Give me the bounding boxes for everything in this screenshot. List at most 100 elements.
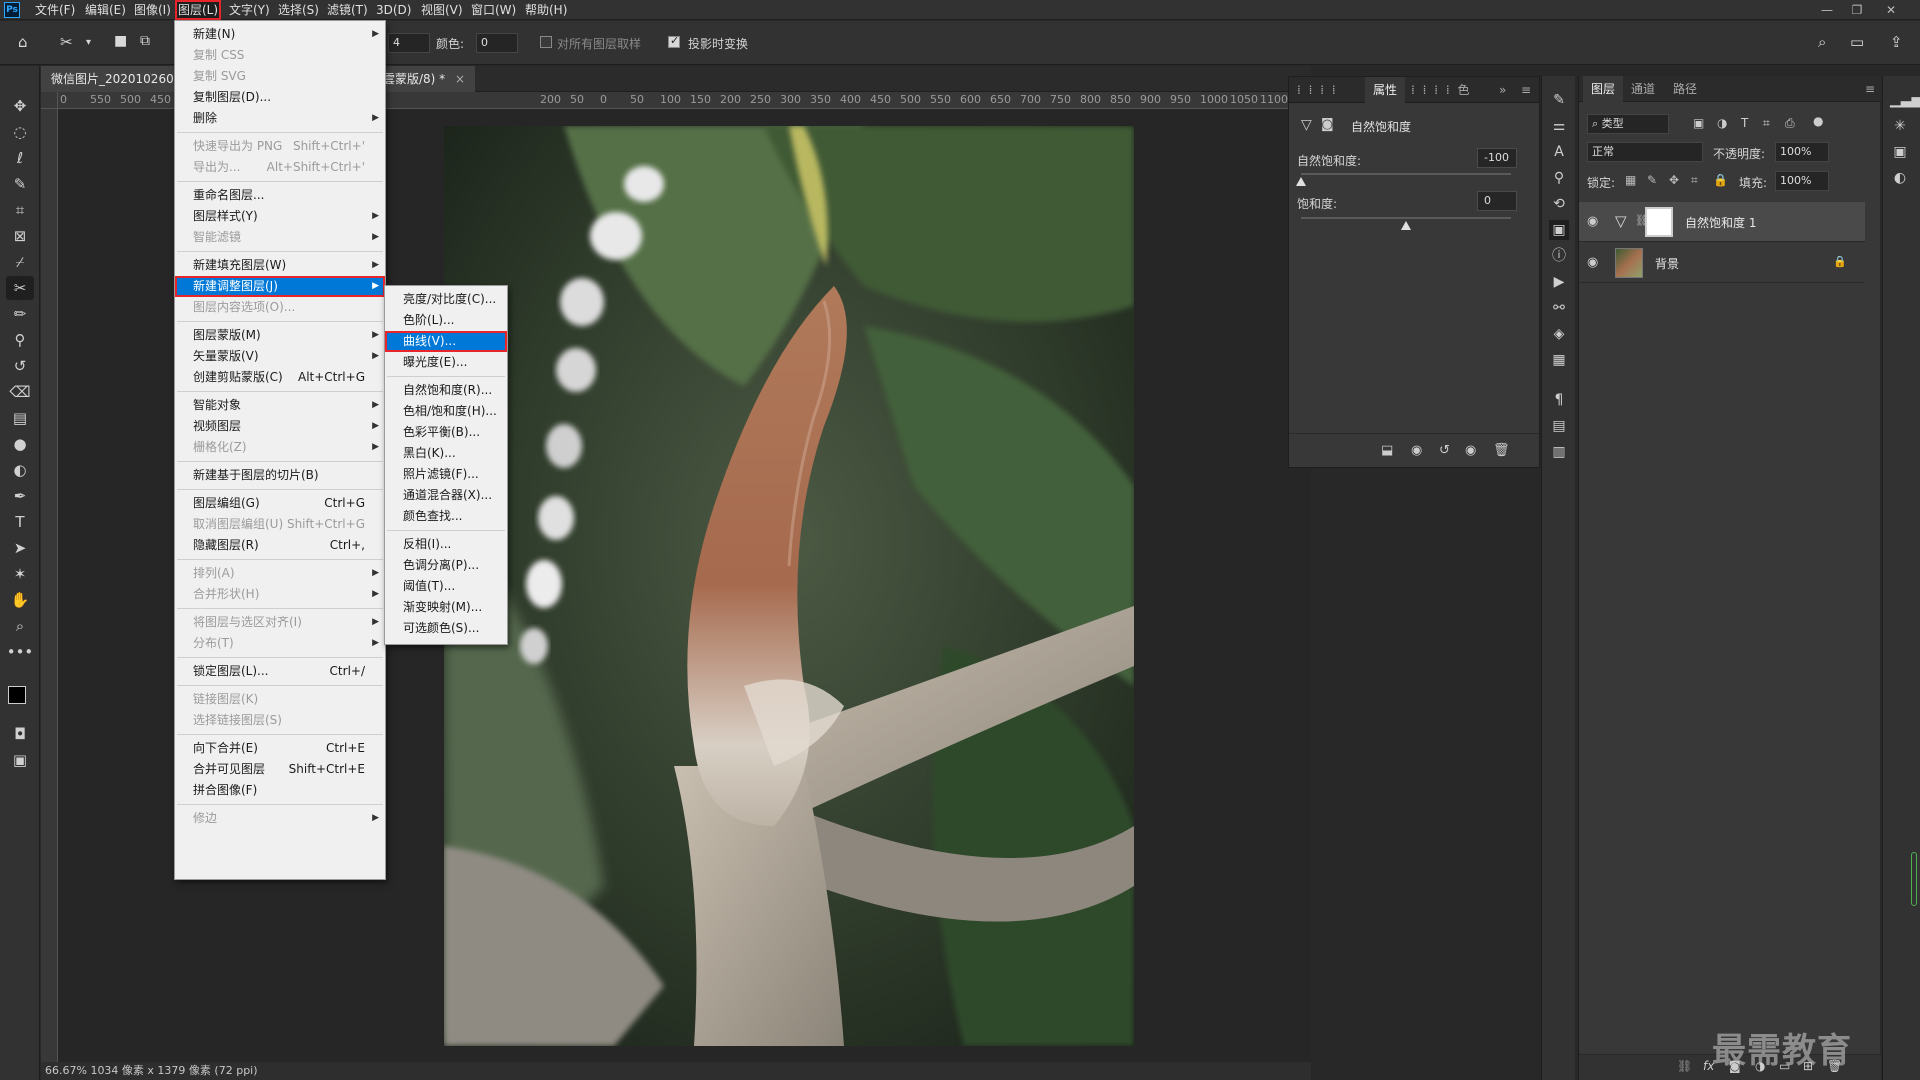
character-icon[interactable]: A: [1549, 142, 1569, 162]
size-field[interactable]: 4: [388, 33, 430, 53]
layer-menu-item[interactable]: 矢量蒙版(V) ▶: [175, 346, 385, 367]
filter-type-icon[interactable]: T: [1741, 116, 1748, 130]
clone-source-icon[interactable]: ⚲: [1549, 168, 1569, 188]
restore-icon[interactable]: ❐: [1844, 0, 1870, 20]
3d-icon[interactable]: ◈: [1549, 324, 1569, 344]
layer-menu-item[interactable]: 图层编组(G) Ctrl+G: [175, 493, 385, 514]
share-icon[interactable]: ⇪: [1890, 33, 1903, 51]
minimize-icon[interactable]: —: [1814, 0, 1840, 20]
layer-menu-item[interactable]: 合并可见图层 Shift+Ctrl+E: [175, 759, 385, 780]
panel-menu-icon[interactable]: ≡: [1865, 76, 1875, 102]
tab-channels[interactable]: 通道: [1631, 76, 1655, 102]
saturation-slider-track[interactable]: [1301, 217, 1511, 219]
blend-mode-select[interactable]: 正常: [1587, 142, 1703, 162]
adjustment-menu-item[interactable]: 黑白(K)...: [385, 443, 507, 464]
fill-field[interactable]: 100%: [1775, 171, 1829, 191]
histogram-icon[interactable]: ▁▃▅: [1890, 90, 1920, 110]
zoom-tool-icon[interactable]: ⌕: [6, 614, 34, 638]
layer-menu-item[interactable]: 新建基于图层的切片(B): [175, 465, 385, 486]
saturation-slider-thumb[interactable]: [1401, 221, 1411, 230]
search-icon[interactable]: ⌕: [1818, 33, 1826, 51]
paragraph-icon[interactable]: ¶: [1549, 390, 1569, 410]
adjustment-menu-item[interactable]: 色调分离(P)...: [385, 555, 507, 576]
stamp-tool-icon[interactable]: ⚲: [6, 328, 34, 352]
styles-icon[interactable]: ▤: [1549, 416, 1569, 436]
menu-window[interactable]: 窗口(W): [468, 0, 519, 20]
layer-menu-item[interactable]: 锁定图层(L)... Ctrl+/: [175, 661, 385, 682]
adjustment-menu-item[interactable]: 色彩平衡(B)...: [385, 422, 507, 443]
info-icon[interactable]: ⓘ: [1549, 246, 1569, 266]
eraser-tool-icon[interactable]: ⌫: [6, 380, 34, 404]
table-icon[interactable]: ▦: [1549, 350, 1569, 370]
adjustment-menu-item[interactable]: 曝光度(E)...: [385, 352, 507, 373]
marquee-tool-icon[interactable]: ◌: [6, 120, 34, 144]
scroll-indicator[interactable]: [1911, 852, 1917, 906]
adjustment-menu-item[interactable]: 照片滤镜(F)...: [385, 464, 507, 485]
adjustment-menu-item[interactable]: 自然饱和度(R)...: [385, 380, 507, 401]
filter-pixel-icon[interactable]: ▣: [1693, 116, 1704, 130]
layer-name[interactable]: 自然饱和度 1: [1685, 214, 1756, 231]
menu-view[interactable]: 视图(V): [418, 0, 466, 20]
layer-menu-item[interactable]: 新建调整图层(J) ▶: [175, 276, 385, 297]
history-icon[interactable]: ⟲: [1549, 194, 1569, 214]
mask-icon[interactable]: ◙: [1321, 117, 1334, 132]
layer-menu-item[interactable]: 删除 ▶: [175, 108, 385, 129]
document-tab-1[interactable]: 微信图片_2020102609: [41, 66, 185, 92]
tab-paths[interactable]: 路径: [1673, 76, 1697, 102]
adjustment-menu-item[interactable]: 渐变映射(M)...: [385, 597, 507, 618]
layer-row[interactable]: ◉ 背景 🔒: [1579, 243, 1865, 283]
filter-shape-icon[interactable]: ⌗: [1763, 116, 1770, 131]
eyedropper-tool-icon[interactable]: ⌿: [6, 250, 34, 274]
view-previous-icon[interactable]: ◉: [1411, 443, 1422, 458]
visibility-icon[interactable]: ◉: [1465, 443, 1476, 458]
actions-play-icon[interactable]: ▶: [1549, 272, 1569, 292]
opacity-field[interactable]: 100%: [1775, 142, 1829, 162]
quick-mask-icon[interactable]: ◘: [6, 722, 34, 746]
layer-row[interactable]: ◉ ▽ ⛓ 自然饱和度 1: [1579, 202, 1865, 242]
menu-help[interactable]: 帮助(H): [522, 0, 570, 20]
layer-menu-item[interactable]: 新建填充图层(W) ▶: [175, 255, 385, 276]
sample-all-checkbox[interactable]: [540, 36, 552, 48]
notes-icon[interactable]: ▥: [1549, 442, 1569, 462]
healing-tool-icon[interactable]: ✂: [6, 276, 34, 300]
tab-properties[interactable]: 属性: [1365, 77, 1406, 103]
adjustment-menu-item[interactable]: 阈值(T)...: [385, 576, 507, 597]
menu-edit[interactable]: 编辑(E): [82, 0, 129, 20]
tab-layers[interactable]: 图层: [1583, 76, 1624, 102]
properties-toggle-icon[interactable]: ▣: [1549, 220, 1569, 240]
adjustment-menu-item[interactable]: 颜色查找...: [385, 506, 507, 527]
layer-thumbnail[interactable]: [1615, 248, 1643, 278]
lock-artboard-icon[interactable]: ⌗: [1691, 173, 1698, 188]
selection-add-icon[interactable]: ⧉: [140, 33, 150, 49]
reset-icon[interactable]: ↺: [1439, 443, 1450, 458]
layer-menu-item[interactable]: 智能对象 ▶: [175, 395, 385, 416]
blur-tool-icon[interactable]: ●: [6, 432, 34, 456]
adjustment-menu-item[interactable]: 色阶(L)...: [385, 310, 507, 331]
menu-image[interactable]: 图像(I): [131, 0, 174, 20]
saturation-value-field[interactable]: 0: [1477, 191, 1517, 211]
adjustment-menu-item[interactable]: 反相(I)...: [385, 534, 507, 555]
healing-tool-preset-icon[interactable]: ✂: [60, 33, 73, 51]
menu-layer[interactable]: 图层(L): [175, 0, 222, 20]
brush-settings-icon[interactable]: ✎: [1549, 90, 1569, 110]
transform-checkbox[interactable]: [668, 34, 680, 48]
type-tool-icon[interactable]: T: [6, 510, 34, 534]
more-tools-icon[interactable]: •••: [6, 640, 34, 664]
layer-menu-item[interactable]: 复制图层(D)...: [175, 87, 385, 108]
panel-tab-collapsed-2[interactable]: ⁞ ⁞ ⁞ ⁞ 色: [1411, 77, 1472, 103]
eye-icon[interactable]: ◉: [1587, 255, 1598, 270]
pen-tool-icon[interactable]: ✒: [6, 484, 34, 508]
frame-tool-icon[interactable]: ⊠: [6, 224, 34, 248]
vibrance-slider-thumb[interactable]: [1296, 177, 1306, 186]
vibrance-slider-track[interactable]: [1301, 173, 1511, 175]
menu-select[interactable]: 选择(S): [275, 0, 322, 20]
delete-icon[interactable]: 🗑: [1493, 443, 1510, 458]
menu-3d[interactable]: 3D(D): [373, 0, 414, 20]
lock-pixels-icon[interactable]: ✎: [1647, 173, 1657, 187]
adjustment-menu-item[interactable]: 通道混合器(X)...: [385, 485, 507, 506]
layer-menu-item[interactable]: 新建(N) ▶: [175, 24, 385, 45]
lock-transparency-icon[interactable]: ▦: [1625, 173, 1636, 187]
filter-adjustment-icon[interactable]: ◑: [1717, 116, 1727, 130]
screen-mode-icon[interactable]: ▣: [6, 748, 34, 772]
document-tab-2[interactable]: 雲蒙版/8) * ×: [377, 66, 476, 92]
